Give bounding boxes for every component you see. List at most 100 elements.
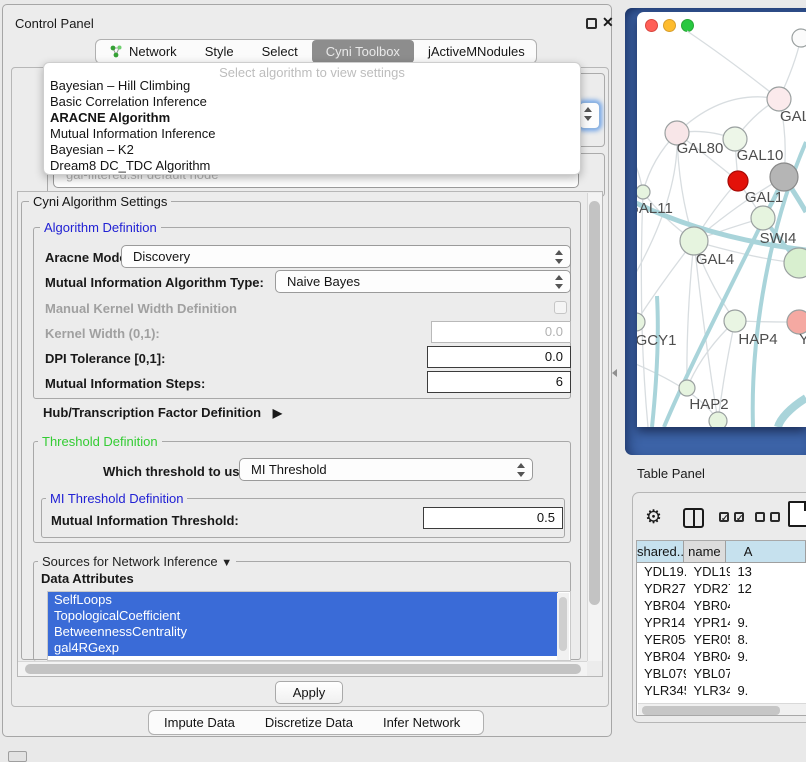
attribute-item[interactable]: BetweennessCentrality — [48, 624, 558, 640]
list-scrollbar-thumb[interactable] — [559, 597, 567, 651]
column-header-shared[interactable]: shared... — [637, 541, 684, 562]
apply-button[interactable]: Apply — [275, 681, 343, 704]
network-node-hap2[interactable] — [679, 380, 695, 396]
table-cell[interactable]: YDR27... — [686, 580, 730, 597]
algorithm-option[interactable]: Bayesian – K2 — [44, 142, 580, 158]
table-cell[interactable]: YBL079W — [637, 665, 686, 682]
node-label: GAL80 — [677, 140, 724, 157]
table-row[interactable]: YBL079WYBL079W — [637, 665, 806, 682]
aracne-mode-combobox[interactable]: Discovery — [121, 245, 571, 268]
mi-steps-field[interactable]: 6 — [427, 371, 571, 393]
table-row[interactable]: YDR27...YDR27...12 — [637, 580, 806, 597]
table-cell[interactable]: 9. — [730, 648, 806, 665]
mi-type-combobox[interactable]: Naive Bayes — [275, 270, 571, 293]
table-cell[interactable]: 9. — [730, 614, 806, 631]
checked-checkbox-icon[interactable]: ✓ — [734, 512, 744, 522]
tab-label: Style — [205, 44, 234, 59]
splitter-collapse-icon[interactable] — [612, 369, 617, 377]
horizontal-scrollbar-thumb[interactable] — [25, 664, 581, 674]
tab-cyni-toolbox[interactable]: Cyni Toolbox — [312, 40, 414, 63]
table-cell[interactable]: YBR043C — [686, 597, 730, 614]
list-scrollbar[interactable] — [557, 593, 569, 661]
algorithm-option[interactable]: Bayesian – Hill Climbing — [44, 78, 580, 94]
table-cell[interactable] — [730, 597, 806, 614]
table-cell[interactable]: YDR27... — [637, 580, 686, 597]
attribute-item[interactable]: gal4RGexp — [48, 640, 558, 656]
network-canvas[interactable]: GALGAL80GAL10GAL1GAL11SWI4GAL4GCY1HAP4YH… — [637, 12, 806, 427]
table-cell[interactable]: YER054C — [637, 631, 686, 648]
table-cell[interactable]: 8. — [730, 631, 806, 648]
unchecked-checkbox-icon[interactable] — [755, 512, 765, 522]
close-icon[interactable]: ✕ — [602, 14, 614, 31]
tab-impute-data[interactable]: Impute Data — [149, 711, 250, 734]
tab-discretize-data[interactable]: Discretize Data — [250, 711, 368, 734]
network-node-swi4[interactable] — [784, 248, 806, 278]
network-node-gcy1[interactable] — [637, 313, 645, 331]
table-row[interactable]: YBR043CYBR043C — [637, 597, 806, 614]
table-cell[interactable]: YBR045C — [686, 648, 730, 665]
table-horizontal-scrollbar[interactable] — [638, 703, 806, 716]
table-scrollbar-thumb[interactable] — [642, 706, 780, 715]
table-cell[interactable]: YLR345W — [637, 682, 686, 699]
hub-section-toggle[interactable]: Hub/Transcription Factor Definition ▶ — [43, 405, 282, 420]
table-row[interactable]: YBR045CYBR045C9. — [637, 648, 806, 665]
dpi-tolerance-field[interactable]: 0.0 — [427, 346, 571, 368]
table-cell[interactable]: 13 — [730, 563, 806, 580]
table-row[interactable]: YLR345WYLR345W9. — [637, 682, 806, 699]
network-node[interactable] — [770, 163, 798, 191]
table-row[interactable]: YPR145WYPR145W9. — [637, 614, 806, 631]
manual-kernel-checkbox[interactable] — [554, 301, 567, 314]
network-node-gal11[interactable] — [637, 185, 650, 199]
algorithm-option[interactable]: Dream8 DC_TDC Algorithm — [44, 158, 580, 174]
table-row[interactable]: YER054CYER054C8. — [637, 631, 806, 648]
table-cell[interactable]: YLR345W — [686, 682, 730, 699]
table-row[interactable]: YDL19...YDL19...13 — [637, 563, 806, 580]
sources-toggle[interactable]: Sources for Network Inference ▼ — [38, 554, 236, 569]
table-cell[interactable]: YPR145W — [637, 614, 686, 631]
column-header-extra[interactable]: A — [726, 541, 806, 562]
checked-checkbox-icon[interactable]: ✓ — [719, 512, 729, 522]
mi-threshold-field[interactable]: 0.5 — [423, 507, 563, 529]
table-cell[interactable]: YBL079W — [686, 665, 730, 682]
tab-jactivemnodules[interactable]: jActiveMNodules — [414, 40, 537, 63]
table-cell[interactable]: YER054C — [686, 631, 730, 648]
tab-style[interactable]: Style — [191, 40, 248, 63]
tab-label: jActiveMNodules — [428, 44, 525, 59]
network-node[interactable] — [728, 171, 748, 191]
tab-label: Discretize Data — [265, 715, 353, 730]
column-header-name[interactable]: name — [684, 541, 726, 562]
corner-widget[interactable] — [8, 751, 27, 762]
algorithm-option[interactable]: ARACNE Algorithm — [44, 110, 580, 126]
table-cell[interactable]: 12 — [730, 580, 806, 597]
which-threshold-label: Which threshold to use: — [103, 464, 251, 479]
kernel-width-field[interactable]: 0.0 — [431, 321, 571, 343]
table-cell[interactable]: YDL19... — [686, 563, 730, 580]
vertical-scrollbar-thumb[interactable] — [589, 201, 600, 605]
algorithm-option[interactable]: Basic Correlation Inference — [44, 94, 580, 110]
algorithm-combobox-button[interactable] — [579, 102, 600, 129]
table-cell[interactable]: YDL19... — [637, 563, 686, 580]
gear-icon[interactable]: ⚙ — [645, 506, 662, 529]
columns-icon[interactable] — [683, 508, 704, 528]
table-cell[interactable]: YPR145W — [686, 614, 730, 631]
unchecked-checkbox-icon[interactable] — [770, 512, 780, 522]
table-cell[interactable]: YBR045C — [637, 648, 686, 665]
algorithm-option[interactable]: Mutual Information Inference — [44, 126, 580, 142]
tab-select[interactable]: Select — [248, 40, 312, 63]
network-node-gal1[interactable] — [751, 206, 775, 230]
table-cell[interactable]: 9. — [730, 682, 806, 699]
attribute-item[interactable]: SelfLoops — [48, 592, 558, 608]
float-panel-icon[interactable] — [586, 18, 597, 29]
stepper-icon — [517, 463, 525, 477]
network-node[interactable] — [792, 29, 806, 47]
which-threshold-combobox[interactable]: MI Threshold — [239, 458, 533, 481]
mi-steps-label: Mutual Information Steps: — [45, 376, 205, 391]
table-cell[interactable]: YBR043C — [637, 597, 686, 614]
tab-network[interactable]: Network — [96, 40, 191, 63]
attribute-item[interactable]: TopologicalCoefficient — [48, 608, 558, 624]
tab-infer-network[interactable]: Infer Network — [368, 711, 475, 734]
network-node-hap4[interactable] — [724, 310, 746, 332]
network-node[interactable] — [709, 412, 727, 427]
table-cell[interactable] — [730, 665, 806, 682]
document-icon[interactable] — [788, 501, 806, 527]
